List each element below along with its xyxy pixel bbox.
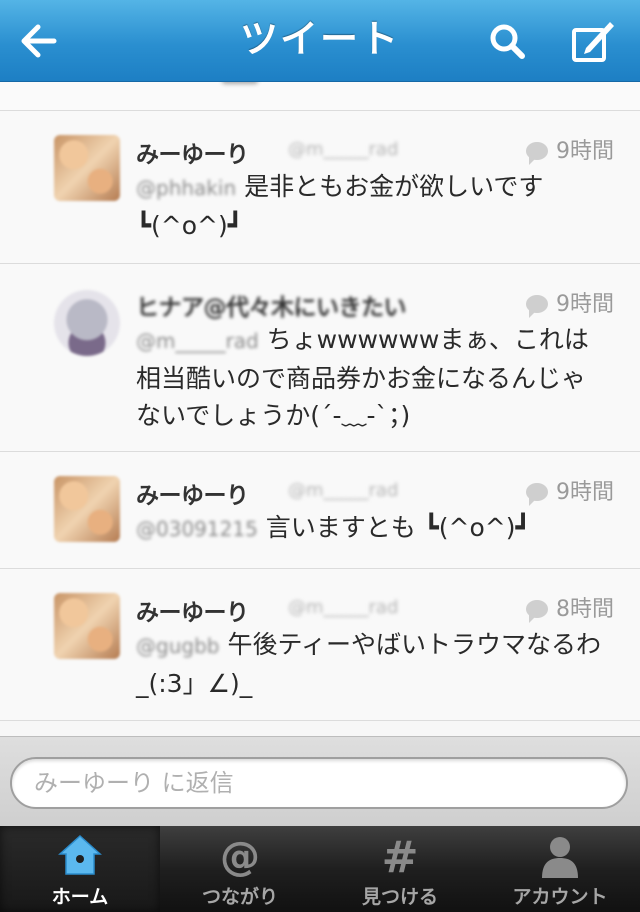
- tab-label: 見つける: [361, 886, 438, 908]
- reply-bubble-icon: [526, 142, 548, 165]
- compose-button[interactable]: [562, 10, 624, 72]
- tweet-author-handle: @m_____rad: [288, 480, 399, 501]
- nav-bar: ツイート: [0, 0, 640, 82]
- tweet-row[interactable]: みーゆーり @m_____rad 8時間 @gugbb 午後ティーやばいトラウマな…: [0, 569, 640, 721]
- tweet-text: @03091215 言いますとも ┗(^o^)┛: [136, 513, 531, 542]
- avatar[interactable]: [54, 593, 120, 659]
- tweet-row[interactable]: ヒナア@代々木にいきたい 9時間 @m_____rad ちょwwwwwwまぁ、これ…: [0, 264, 640, 452]
- search-button[interactable]: [476, 10, 538, 72]
- tweet-text: @m_____rad ちょwwwwwwまぁ、これは相当酷いので商品券かお金になるん…: [136, 325, 589, 430]
- mention[interactable]: @m_____rad: [136, 329, 259, 353]
- reply-bubble-icon: [526, 295, 548, 318]
- tweet-time: 9時間: [526, 133, 614, 165]
- tweet-author-name: ヒナア@代々木にいきたい: [136, 295, 407, 321]
- tab-account[interactable]: アカウント: [480, 826, 640, 912]
- page-title: ツイート: [239, 17, 400, 61]
- tweet-author-name: みーゆーり: [136, 600, 249, 626]
- tweet-author-handle: @m_____rad: [288, 139, 399, 160]
- avatar[interactable]: [54, 476, 120, 542]
- tweet-text: @phhakin 是非ともお金が欲しいです ┗(^o^)┛: [136, 172, 544, 240]
- tab-bar: ホーム @ つながり # 見つける アカウント: [0, 826, 640, 912]
- tab-connect[interactable]: @ つながり: [160, 826, 320, 912]
- tab-label: ホーム: [51, 886, 109, 908]
- back-button[interactable]: [8, 10, 70, 72]
- mention[interactable]: @phhakin: [136, 176, 236, 200]
- mention[interactable]: @03091215: [136, 517, 258, 541]
- tweet-author-name: みーゆーり: [136, 142, 249, 168]
- previous-tweet-edge: [0, 82, 640, 111]
- tweet-time: 9時間: [526, 286, 614, 318]
- tweet-row[interactable]: みーゆーり @m_____rad 9時間 @phhakin 是非ともお金が欲しいで…: [0, 111, 640, 264]
- tweet-time: 9時間: [526, 474, 614, 506]
- compose-icon: [572, 22, 614, 62]
- tab-label: つながり: [201, 886, 278, 908]
- hash-icon: #: [382, 832, 419, 880]
- reply-input[interactable]: みーゆーり に返信: [10, 757, 628, 809]
- avatar[interactable]: [54, 290, 120, 356]
- tweet-author-handle: @m_____rad: [288, 597, 399, 618]
- tweet-text: @gugbb 午後ティーやばいトラウマなるわ_(:3」∠)_: [136, 630, 601, 698]
- tweet-time: 8時間: [526, 591, 614, 623]
- mention[interactable]: @gugbb: [136, 634, 219, 658]
- tab-label: アカウント: [512, 886, 608, 908]
- reply-bubble-icon: [526, 600, 548, 623]
- svg-text:#: #: [382, 832, 419, 880]
- at-icon: @: [220, 834, 260, 880]
- back-arrow-icon: [21, 24, 57, 58]
- svg-text:@: @: [220, 834, 260, 880]
- reply-bubble-icon: [526, 483, 548, 506]
- tab-discover[interactable]: # 見つける: [320, 826, 480, 912]
- avatar[interactable]: [54, 135, 120, 201]
- timeline[interactable]: みーゆーり @m_____rad 9時間 @phhakin 是非ともお金が欲しいで…: [0, 82, 640, 736]
- tweet-row[interactable]: みーゆーり @m_____rad 9時間 @03091215 言いますとも ┗(^…: [0, 452, 640, 569]
- tab-home[interactable]: ホーム: [0, 826, 160, 912]
- person-icon: [542, 837, 578, 878]
- search-icon: [490, 24, 525, 59]
- home-icon: [58, 834, 102, 875]
- reply-bar: みーゆーり に返信: [0, 736, 640, 826]
- tweet-author-name: みーゆーり: [136, 483, 249, 509]
